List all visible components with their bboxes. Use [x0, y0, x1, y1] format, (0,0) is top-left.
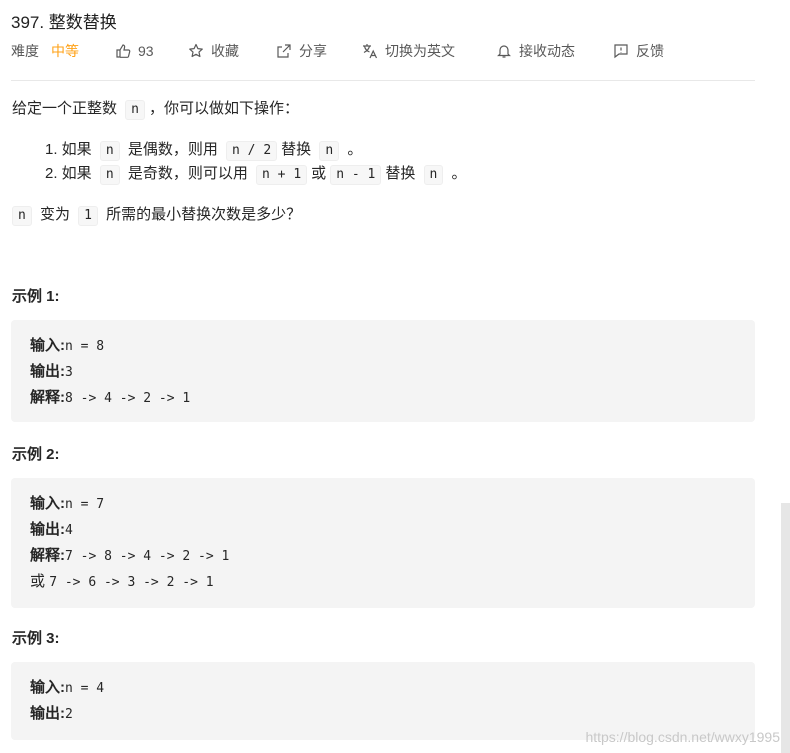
problem-title: 397. 整数替换 — [11, 13, 117, 32]
example-3-title: 示例 3: — [12, 630, 60, 647]
star-icon — [189, 43, 203, 58]
watermark: https://blog.csdn.net/wwxy1995 — [585, 729, 780, 745]
share-label: 分享 — [299, 43, 327, 59]
thumbs-up-icon — [116, 44, 131, 58]
switch-language-label: 切换为英文 — [385, 43, 455, 59]
difficulty-value: 中等 — [51, 43, 79, 59]
inline-code: n — [99, 141, 120, 161]
example-2-title: 示例 2: — [12, 446, 60, 463]
scrollbar-thumb[interactable] — [781, 503, 790, 753]
favorite-button[interactable]: 收藏 — [188, 40, 239, 62]
problem-page: 397. 整数替换 难度 中等 93 收藏 分享 切换为英文 接收动态 反馈 给… — [0, 0, 790, 753]
difficulty: 难度 中等 — [11, 40, 79, 62]
rule-even: 1. 如果 n 是偶数，则用 n / 2 替换 n 。 — [45, 139, 362, 161]
example-line: 输入:n = 4 — [30, 679, 105, 696]
share-icon — [277, 44, 291, 58]
example-line: 或 7 -> 6 -> 3 -> 2 -> 1 — [30, 573, 214, 590]
inline-code: n — [12, 206, 32, 226]
example-line: 解释:7 -> 8 -> 4 -> 2 -> 1 — [30, 547, 230, 564]
inline-code: n / 2 — [226, 141, 278, 161]
difficulty-label: 难度 — [11, 43, 39, 59]
feedback-button[interactable]: 反馈 — [613, 40, 664, 62]
example-1-box: 输入:n = 8 输出:3 解释:8 -> 4 -> 2 -> 1 — [11, 320, 755, 422]
switch-language-button[interactable]: 切换为英文 — [362, 40, 455, 62]
header-divider — [11, 80, 755, 81]
feedback-icon — [614, 44, 628, 59]
example-line: 输入:n = 8 — [30, 337, 105, 354]
translate-icon — [363, 44, 378, 59]
problem-meta-bar: 难度 中等 93 收藏 分享 切换为英文 接收动态 反馈 — [11, 40, 771, 62]
inline-code: n - 1 — [330, 165, 382, 185]
example-1-title: 示例 1: — [12, 288, 60, 305]
inline-code: n + 1 — [256, 165, 308, 185]
inline-code: n — [423, 165, 444, 185]
example-line: 输出:4 — [30, 521, 73, 538]
example-line: 输出:3 — [30, 363, 73, 380]
example-line: 解释:8 -> 4 -> 2 -> 1 — [30, 389, 191, 406]
example-line: 输入:n = 7 — [30, 495, 105, 512]
description-intro: 给定一个正整数 n ，你可以做如下操作： — [12, 98, 299, 120]
inline-code: n — [99, 165, 120, 185]
like-button[interactable]: 93 — [115, 40, 154, 62]
example-line: 输出:2 — [30, 705, 73, 722]
feedback-label: 反馈 — [636, 43, 664, 59]
share-button[interactable]: 分享 — [276, 40, 327, 62]
favorite-label: 收藏 — [211, 43, 239, 59]
inline-code: 1 — [78, 206, 98, 226]
inline-code: n — [319, 141, 340, 161]
like-count: 93 — [138, 43, 154, 59]
description-question: n 变为 1 所需的最小替换次数是多少？ — [12, 204, 301, 226]
bell-icon — [497, 45, 511, 58]
example-2-box: 输入:n = 7 输出:4 解释:7 -> 8 -> 4 -> 2 -> 1 或… — [11, 478, 755, 608]
rule-odd: 2. 如果 n 是奇数，则可以用 n + 1或n - 1 替换 n 。 — [45, 163, 467, 185]
notify-label: 接收动态 — [519, 43, 575, 59]
notify-button[interactable]: 接收动态 — [496, 40, 575, 62]
inline-code: n — [125, 100, 145, 120]
